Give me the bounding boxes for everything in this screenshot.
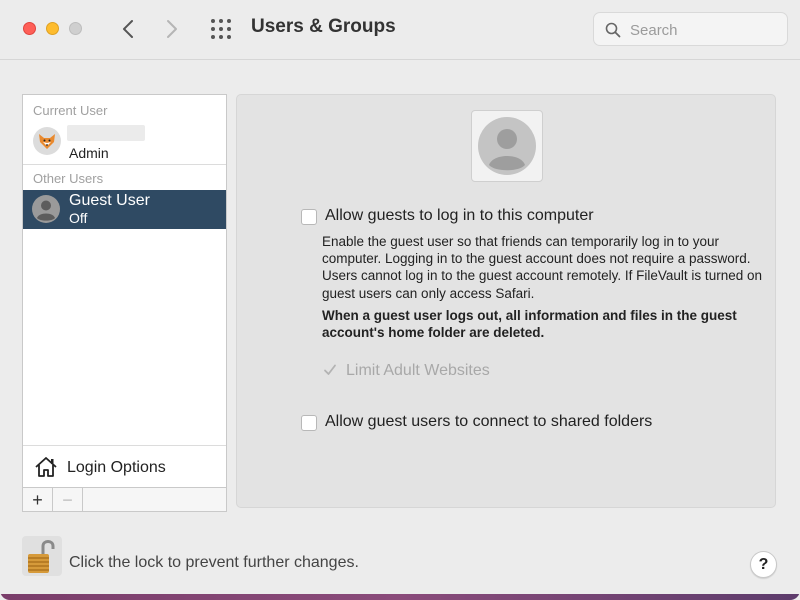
allow-shared-folders-label: Allow guest users to connect to shared f… xyxy=(325,413,653,430)
guest-user-name: Guest User xyxy=(69,192,150,209)
house-icon xyxy=(35,457,57,477)
show-all-button[interactable] xyxy=(209,17,235,43)
minimize-button[interactable] xyxy=(46,22,59,35)
user-silhouette-icon xyxy=(32,195,60,223)
users-sidebar: Current User Admin Other Users Guest Use… xyxy=(22,94,227,512)
section-divider xyxy=(23,164,226,165)
sidebar-item-current-user[interactable]: Admin xyxy=(23,125,226,163)
grid-icon xyxy=(211,19,231,39)
current-user-heading: Current User xyxy=(33,103,108,118)
guest-warning: When a guest user logs out, all informat… xyxy=(322,308,737,341)
sidebar-item-guest-user[interactable]: Guest User Off xyxy=(23,190,226,229)
avatar xyxy=(33,127,61,155)
redacted-user-name xyxy=(67,125,145,141)
zoom-button[interactable] xyxy=(69,22,82,35)
login-options-item[interactable]: Login Options xyxy=(23,445,226,487)
user-silhouette-icon xyxy=(478,117,536,175)
page-title: Users & Groups xyxy=(251,16,396,37)
user-role: Admin xyxy=(69,145,109,161)
guest-settings-panel: Allow guests to log in to this computer … xyxy=(236,94,776,508)
guest-description: Enable the guest user so that friends ca… xyxy=(322,234,762,301)
unlocked-padlock-icon xyxy=(28,540,55,573)
search-icon xyxy=(605,22,621,38)
checkmark-icon xyxy=(324,364,336,375)
sidebar-toolbar: + − xyxy=(23,487,226,511)
allow-guests-login-checkbox[interactable] xyxy=(301,209,317,225)
fox-avatar-icon xyxy=(39,134,55,149)
title-bar: Users & Groups xyxy=(0,0,800,60)
login-options-label: Login Options xyxy=(67,459,166,476)
other-users-heading: Other Users xyxy=(33,171,104,186)
allow-guests-login-label: Allow guests to log in to this computer xyxy=(325,207,594,224)
guest-avatar xyxy=(471,110,543,182)
help-button[interactable]: ? xyxy=(750,551,777,578)
search-field[interactable] xyxy=(593,12,788,46)
allow-shared-folders-checkbox[interactable] xyxy=(301,415,317,431)
forward-button[interactable] xyxy=(160,16,184,42)
users-groups-window: Users & Groups Current User Admin xyxy=(0,0,800,600)
guest-user-status: Off xyxy=(69,210,88,226)
search-input[interactable] xyxy=(630,19,780,41)
chevron-right-icon xyxy=(167,20,177,38)
close-button[interactable] xyxy=(23,22,36,35)
desktop-background-edge xyxy=(0,594,800,600)
limit-adult-websites-label: Limit Adult Websites xyxy=(346,362,490,379)
remove-user-button[interactable]: − xyxy=(53,488,83,511)
chevron-left-icon xyxy=(123,20,133,38)
limit-adult-websites-checkbox[interactable] xyxy=(322,363,338,379)
back-button[interactable] xyxy=(116,16,140,42)
add-user-button[interactable]: + xyxy=(23,488,53,511)
lock-button[interactable] xyxy=(22,536,62,576)
lock-message: Click the lock to prevent further change… xyxy=(69,554,359,571)
